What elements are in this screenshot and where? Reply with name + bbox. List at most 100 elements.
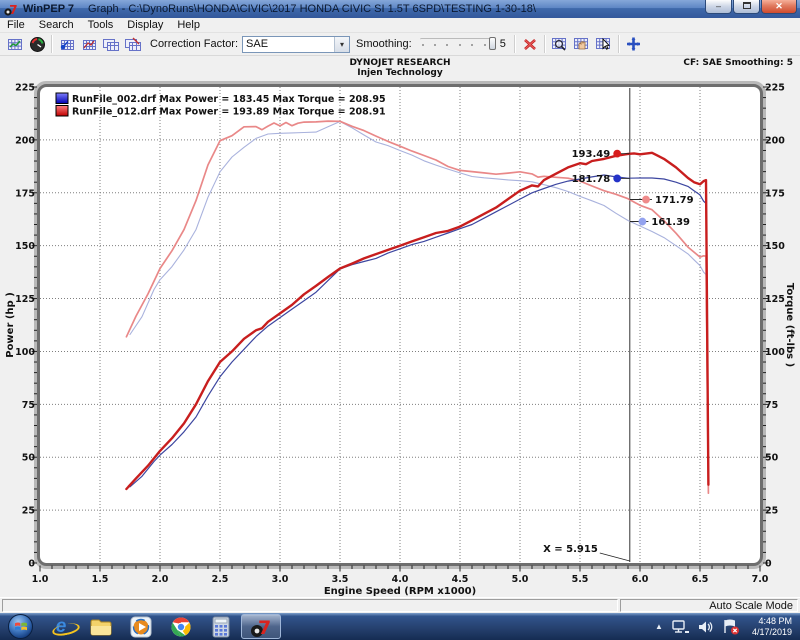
y-tick-label-right: 100 bbox=[765, 347, 785, 358]
smoothing-slider[interactable] bbox=[420, 36, 496, 52]
y-tick-label-left: 100 bbox=[15, 347, 35, 358]
svg-text:7: 7 bbox=[258, 617, 271, 638]
taskbar-ie-icon[interactable]: e bbox=[41, 614, 81, 639]
correction-factor-label: Correction Factor: bbox=[150, 38, 238, 50]
window-title: WinPEP 7Graph - C:\DynoRuns\HONDA\CIVIC\… bbox=[23, 3, 536, 15]
slider-ticks bbox=[422, 44, 486, 46]
window-title-doc: Graph - C:\DynoRuns\HONDA\CIVIC\2017 HON… bbox=[88, 3, 536, 15]
menu-search[interactable]: Search bbox=[32, 19, 81, 31]
maximize-button[interactable] bbox=[733, 0, 760, 14]
menu-tools[interactable]: Tools bbox=[81, 19, 121, 31]
x-tick-label: 6.5 bbox=[692, 574, 709, 585]
slider-thumb[interactable] bbox=[489, 37, 496, 50]
winpep-app-icon: 7 bbox=[4, 3, 18, 16]
y-tick-label-right: 175 bbox=[765, 188, 785, 199]
x-tick-label: 2.5 bbox=[212, 574, 229, 585]
taskbar-chrome-icon[interactable] bbox=[161, 614, 201, 639]
x-tick-label: 2.0 bbox=[152, 574, 169, 585]
y-tick-label-left: 125 bbox=[15, 294, 35, 305]
menu-file[interactable]: File bbox=[0, 19, 32, 31]
tray-expand-icon[interactable]: ▲ bbox=[650, 622, 668, 631]
maximize-icon bbox=[743, 2, 751, 9]
close-button[interactable]: ✕ bbox=[761, 0, 797, 14]
menu-bar: File Search Tools Display Help bbox=[0, 18, 800, 33]
clock-time: 4:48 PM bbox=[752, 616, 792, 627]
correction-factor-value: SAE bbox=[243, 38, 334, 50]
y-tick-label-right: 150 bbox=[765, 241, 785, 252]
x-tick-label: 4.5 bbox=[452, 574, 469, 585]
clock-date: 4/17/2019 bbox=[752, 627, 792, 638]
y-tick-label-left: 0 bbox=[28, 559, 35, 570]
correction-factor-select[interactable]: SAE ▾ bbox=[242, 36, 350, 53]
action-center-flag-icon[interactable] bbox=[721, 618, 741, 635]
y-tick-label-right: 75 bbox=[765, 400, 778, 411]
graph-multi-icon[interactable] bbox=[122, 34, 144, 54]
x-tick-label: 4.0 bbox=[392, 574, 409, 585]
taskbar-media-player-icon[interactable] bbox=[121, 614, 161, 639]
menu-display[interactable]: Display bbox=[120, 19, 170, 31]
y-tick-label-left: 75 bbox=[22, 400, 35, 411]
start-button[interactable] bbox=[8, 614, 33, 639]
toolbar-separator bbox=[618, 35, 620, 53]
x-tick-label: 1.0 bbox=[32, 574, 49, 585]
graph-compare-icon[interactable] bbox=[100, 34, 122, 54]
taskbar-calculator-icon[interactable] bbox=[201, 614, 241, 639]
dyno-chart[interactable]: 1.01.52.02.53.03.54.04.55.05.56.06.57.00… bbox=[0, 56, 800, 597]
graph-grid-icon[interactable] bbox=[4, 34, 26, 54]
network-icon[interactable] bbox=[671, 619, 691, 635]
graph-runs-icon[interactable] bbox=[56, 34, 78, 54]
legend-label: RunFile_002.drf Max Power = 183.45 Max T… bbox=[72, 94, 386, 105]
chart-subtitle: Injen Technology bbox=[357, 68, 443, 78]
y-tick-label-right: 200 bbox=[765, 135, 785, 146]
x-tick-label: 3.5 bbox=[332, 574, 349, 585]
chevron-down-icon[interactable]: ▾ bbox=[334, 37, 349, 52]
winpep-taskbar-icon: 7 bbox=[250, 616, 272, 638]
svg-text:7: 7 bbox=[9, 3, 17, 16]
y-tick-label-left: 150 bbox=[15, 241, 35, 252]
taskbar-explorer-icon[interactable] bbox=[81, 614, 121, 639]
y-tick-label-left: 175 bbox=[15, 188, 35, 199]
smoothing-value: 5 bbox=[500, 38, 506, 50]
smoothing-label: Smoothing: bbox=[356, 38, 412, 50]
center-graph-icon[interactable] bbox=[623, 34, 645, 54]
gauge-icon[interactable] bbox=[26, 34, 48, 54]
toolbar-separator bbox=[51, 35, 53, 53]
y-tick-label-right: 50 bbox=[765, 453, 779, 464]
marker-dot[interactable] bbox=[643, 196, 650, 203]
y-axis-title-right: Torque (ft-lbs ) bbox=[784, 283, 795, 367]
slider-rail bbox=[420, 38, 490, 41]
zoom-graph-icon[interactable] bbox=[549, 34, 571, 54]
windows-flag-icon bbox=[14, 620, 28, 633]
marker-dot[interactable] bbox=[639, 218, 646, 225]
y-tick-label-right: 0 bbox=[765, 559, 772, 570]
volume-icon[interactable] bbox=[697, 619, 715, 635]
status-scale-mode: Auto Scale Mode bbox=[620, 599, 798, 612]
y-tick-label-left: 200 bbox=[15, 135, 35, 146]
y-tick-label-left: 25 bbox=[22, 506, 35, 517]
minimize-button[interactable]: – bbox=[705, 0, 732, 14]
cursor-x-label: X = 5.915 bbox=[543, 544, 598, 555]
taskbar-winpep-button[interactable]: 7 bbox=[241, 614, 281, 639]
delete-graph-icon[interactable] bbox=[519, 34, 541, 54]
marker-value-label: 181.78 bbox=[572, 174, 611, 185]
window-controls: – ✕ bbox=[704, 0, 797, 14]
x-tick-label: 3.0 bbox=[272, 574, 289, 585]
toolbar-separator bbox=[514, 35, 516, 53]
y-tick-label-left: 50 bbox=[22, 453, 36, 464]
marker-dot[interactable] bbox=[614, 175, 621, 182]
taskbar: e 7 ▲ 4:48 PM 4/17/2019 bbox=[0, 613, 800, 640]
y-tick-label-right: 125 bbox=[765, 294, 785, 305]
marker-dot[interactable] bbox=[614, 150, 621, 157]
x-tick-label: 5.0 bbox=[512, 574, 529, 585]
x-tick-label: 5.5 bbox=[572, 574, 589, 585]
pick-graph-icon[interactable] bbox=[593, 34, 615, 54]
toolbar-separator bbox=[544, 35, 546, 53]
graph-overlay-icon[interactable] bbox=[78, 34, 100, 54]
status-panel-left bbox=[2, 599, 618, 612]
graph-panel: 1.01.52.02.53.03.54.04.55.05.56.06.57.00… bbox=[0, 56, 800, 597]
pan-graph-icon[interactable] bbox=[571, 34, 593, 54]
x-axis-title: Engine Speed (RPM x1000) bbox=[324, 586, 476, 597]
status-bar: Auto Scale Mode bbox=[0, 597, 800, 613]
menu-help[interactable]: Help bbox=[170, 19, 207, 31]
taskbar-clock[interactable]: 4:48 PM 4/17/2019 bbox=[752, 616, 792, 638]
